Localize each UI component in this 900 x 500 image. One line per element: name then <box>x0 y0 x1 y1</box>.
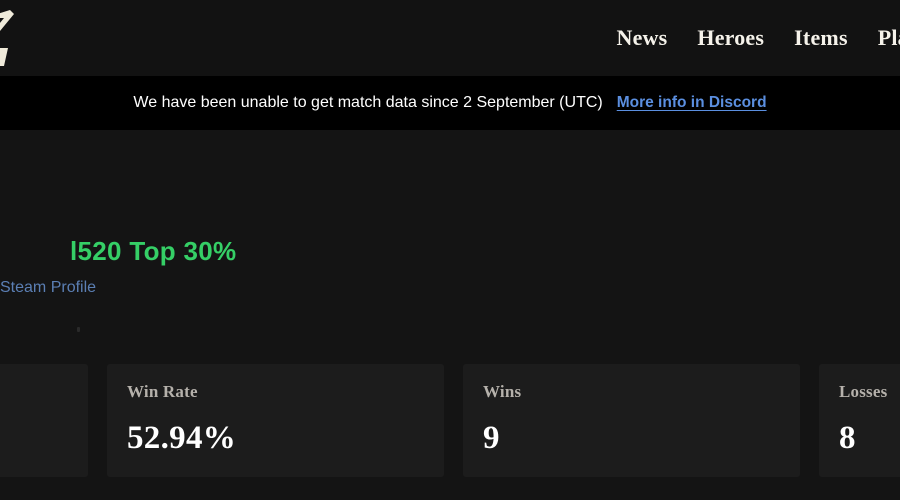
stat-card-value: 8 <box>839 420 856 456</box>
stat-card-wins[interactable]: Wins 9 <box>463 364 800 477</box>
status-notice-banner: We have been unable to get match data si… <box>0 76 900 130</box>
site-logo-icon[interactable] <box>0 8 34 70</box>
nav-item-items[interactable]: Items <box>794 25 848 51</box>
player-profile-header: l520 Top 30% Steam Profile <box>0 130 900 355</box>
decorative-mark <box>77 327 80 332</box>
stat-card-losses[interactable]: Losses 8 <box>819 364 900 477</box>
notice-message: We have been unable to get match data si… <box>133 94 603 111</box>
nav-item-news[interactable]: News <box>616 25 667 51</box>
nav-item-players[interactable]: Player <box>878 25 900 51</box>
steam-profile-link[interactable]: Steam Profile <box>0 279 96 297</box>
site-header: News Heroes Items Player <box>0 0 900 76</box>
player-stats-row: Win Rate 52.94% Wins 9 Losses 8 <box>0 364 900 477</box>
stat-card-win-rate[interactable]: Win Rate 52.94% <box>107 364 444 477</box>
stat-card-label: Win Rate <box>127 382 198 401</box>
stat-card-label: Losses <box>839 382 888 401</box>
main-navigation: News Heroes Items Player <box>616 0 900 76</box>
stat-card-label: Wins <box>483 382 522 401</box>
nav-item-heroes[interactable]: Heroes <box>697 25 764 51</box>
discord-info-link[interactable]: More info in Discord <box>617 94 767 112</box>
stat-card-value: 9 <box>483 420 500 456</box>
stat-card-partial[interactable] <box>0 364 88 477</box>
player-rank-badge: l520 Top 30% <box>70 236 237 266</box>
stat-card-value: 52.94% <box>127 420 237 456</box>
